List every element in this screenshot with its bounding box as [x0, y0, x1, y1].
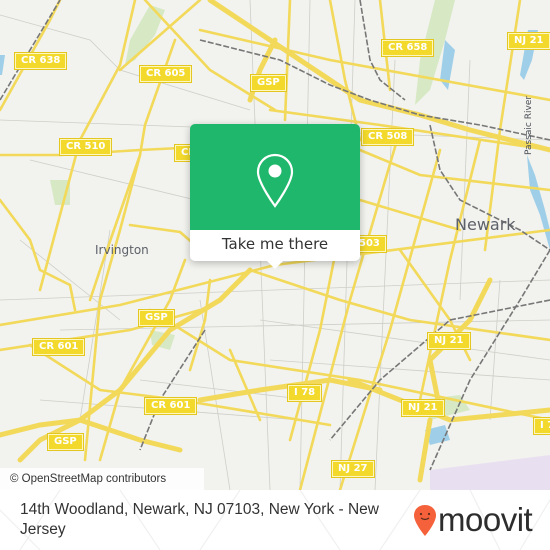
route-shield: CR 638: [13, 52, 68, 70]
place-label-irvington: Irvington: [95, 243, 149, 257]
route-shield: NJ 21: [427, 332, 471, 350]
route-shield: CR 508: [360, 128, 415, 146]
footer: 14th Woodland, Newark, NJ 07103, New Yor…: [0, 490, 550, 550]
river-segment: [527, 155, 550, 250]
popup-header: [190, 124, 360, 230]
route-shield: NJ 21: [401, 399, 445, 417]
route-shield: CR 601: [143, 397, 198, 415]
route-shield: NJ 21: [507, 32, 550, 50]
stream: [0, 55, 5, 75]
take-me-there-button[interactable]: Take me there: [190, 230, 360, 261]
map-attribution[interactable]: © OpenStreetMap contributors: [0, 468, 204, 490]
route-shield: CR 658: [380, 39, 435, 57]
place-label-newark: Newark: [455, 215, 516, 234]
location-popup[interactable]: Take me there: [190, 124, 360, 269]
route-shield: NJ 27: [331, 460, 375, 478]
route-shield: CR 605: [138, 65, 193, 83]
address-text: 14th Woodland, Newark, NJ 07103, New Yor…: [20, 501, 379, 538]
route-shield: I 7: [532, 417, 550, 435]
route-shield: CR 510: [58, 138, 113, 156]
moovit-wordmark: moovit: [438, 501, 533, 538]
location-pin-icon: [256, 153, 294, 208]
route-shield: I 78: [286, 384, 323, 402]
airport-area: [430, 455, 550, 490]
route-shield: GSP: [138, 309, 175, 327]
route-shield: GSP: [250, 74, 287, 92]
route-shield: GSP: [47, 433, 84, 451]
map-view[interactable]: CR 638 CR 605 GSP CR 658 NJ 21 CR 510 CR…: [0, 0, 550, 490]
moovit-logo[interactable]: moovit: [413, 501, 533, 538]
moovit-pin-logo-icon: [414, 505, 436, 536]
river-label: Passaic River: [524, 95, 534, 155]
route-shield: CR 601: [31, 338, 86, 356]
popup-pointer: [267, 261, 283, 269]
